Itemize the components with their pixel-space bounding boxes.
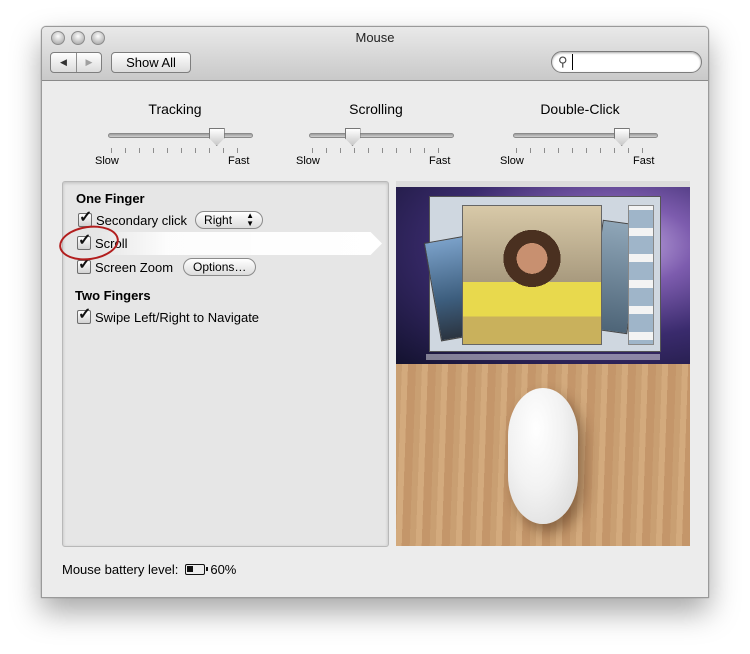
scrolling-max-label: Fast <box>429 155 451 167</box>
scrolling-min-label: Slow <box>296 155 320 167</box>
mouse-preferences-window: Mouse ◀ ▶ Show All ⚲ Tracking Slow Fast … <box>41 26 709 598</box>
double-click-ticks <box>516 148 656 153</box>
scrolling-track[interactable] <box>309 133 454 138</box>
gesture-preview-mouse <box>396 364 690 546</box>
tracking-min-label: Slow <box>95 155 119 167</box>
screen-zoom-label: Screen Zoom <box>95 259 174 275</box>
preview-dock <box>426 354 660 360</box>
swipe-checkbox[interactable]: ✓ <box>77 306 91 324</box>
show-all-button[interactable]: Show All <box>111 52 191 73</box>
battery-icon <box>185 564 209 575</box>
scrolling-label: Scrolling <box>349 101 403 117</box>
back-arrow-icon: ◀ <box>60 57 67 67</box>
back-button[interactable]: ◀ <box>51 53 76 72</box>
magic-mouse-image <box>508 388 578 524</box>
double-click-max-label: Fast <box>633 155 655 167</box>
double-click-thumb[interactable] <box>613 128 630 146</box>
preview-photo-main <box>462 205 602 345</box>
preview-app-window <box>423 196 661 352</box>
double-click-label: Double-Click <box>540 101 620 117</box>
two-fingers-heading: Two Fingers <box>75 288 151 303</box>
battery-label: Mouse battery level: <box>62 562 179 577</box>
gesture-preview-screen <box>396 181 690 364</box>
preview-thumbnail-strip <box>628 205 654 345</box>
back-forward-control: ◀ ▶ <box>50 52 102 73</box>
tracking-max-label: Fast <box>228 155 250 167</box>
swipe-label: Swipe Left/Right to Navigate <box>95 309 260 325</box>
swipe-row: ✓ Swipe Left/Right to Navigate <box>77 306 260 326</box>
tracking-track[interactable] <box>108 133 253 138</box>
search-input[interactable] <box>572 54 696 70</box>
screen-zoom-options-button[interactable]: Options… <box>183 258 257 276</box>
search-field[interactable]: ⚲ <box>551 51 702 73</box>
screen-zoom-checkbox[interactable]: ✓ <box>77 256 91 274</box>
checkmark-icon: ✓ <box>78 306 92 323</box>
window-title: Mouse <box>355 30 395 45</box>
forward-button[interactable]: ▶ <box>76 53 101 72</box>
tracking-label: Tracking <box>148 101 202 117</box>
tracking-thumb[interactable] <box>208 128 225 146</box>
forward-arrow-icon: ▶ <box>85 57 93 67</box>
tracking-ticks <box>111 148 251 153</box>
double-click-track[interactable] <box>513 133 658 138</box>
battery-value: 60% <box>210 562 237 577</box>
battery-status: Mouse battery level: 60% <box>62 562 236 577</box>
magnifier-icon: ⚲ <box>558 54 568 69</box>
scrolling-thumb[interactable] <box>344 128 361 146</box>
scrolling-ticks <box>312 148 452 153</box>
double-click-min-label: Slow <box>500 155 524 167</box>
title-bar: Mouse ◀ ▶ Show All ⚲ <box>42 27 708 81</box>
screen-zoom-row: ✓ Screen Zoom Options… <box>77 256 257 276</box>
preview-menubar <box>396 181 690 187</box>
